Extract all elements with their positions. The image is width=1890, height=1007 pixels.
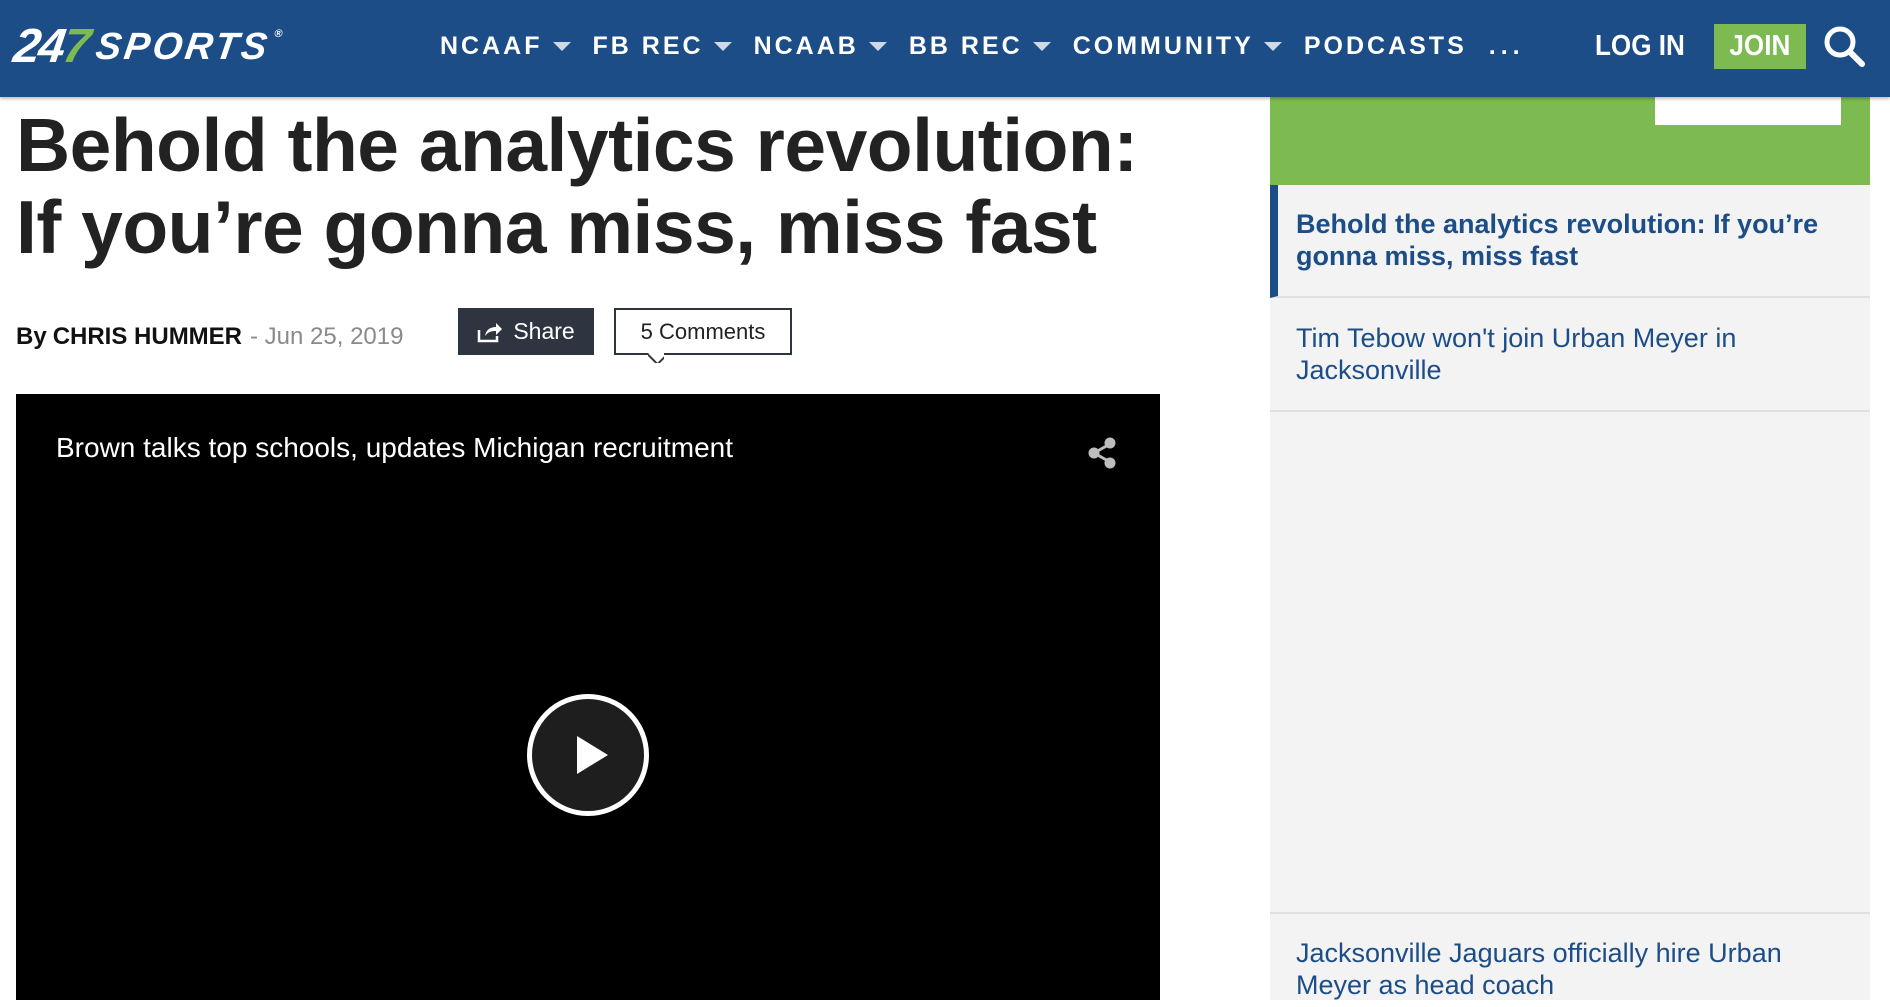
- related-articles-sidebar: Behold the analytics revolution: If you’…: [1270, 97, 1870, 1000]
- nav-item-label: BB REC: [908, 31, 1023, 60]
- chevron-down-icon: [1032, 41, 1051, 51]
- comments-button[interactable]: 5 Comments: [614, 308, 792, 355]
- sidebar-item[interactable]: Jacksonville Jaguars officially hire Urb…: [1270, 912, 1870, 1007]
- chevron-down-icon: [552, 41, 571, 51]
- nav-item-label: FB REC: [592, 31, 704, 60]
- join-button[interactable]: JOIN: [1714, 23, 1806, 69]
- nav-item-label: NCAAF: [440, 31, 543, 60]
- headline-line-1: Behold the analytics revolution:: [16, 103, 1138, 187]
- play-button[interactable]: [527, 694, 649, 816]
- sidebar-item-title: Tim Tebow won't join Urban Meyer in Jack…: [1296, 323, 1737, 385]
- byline-prefix: By: [16, 323, 47, 350]
- nav-item-label: PODCASTS: [1303, 31, 1467, 60]
- logo-trademark: ®: [273, 28, 284, 40]
- nav-item-community[interactable]: COMMUNITY: [1073, 32, 1282, 61]
- nav-more-button[interactable]: ...: [1489, 32, 1525, 61]
- nav-item-label: COMMUNITY: [1072, 31, 1254, 60]
- share-button[interactable]: Share: [458, 308, 594, 355]
- sidebar-item-active[interactable]: Behold the analytics revolution: If you’…: [1270, 185, 1870, 298]
- nav-menu: NCAAF FB REC NCAAB BB REC COMMUNITY PODC…: [440, 0, 1525, 92]
- video-title: Brown talks top schools, updates Michiga…: [56, 432, 733, 463]
- video-player[interactable]: Brown talks top schools, updates Michiga…: [16, 394, 1160, 1000]
- nav-item-fb-rec[interactable]: FB REC: [593, 32, 732, 61]
- nav-item-label: NCAAB: [753, 31, 859, 60]
- sidebar-promo-banner: [1270, 97, 1870, 185]
- headline-line-2: If you’re gonna miss, miss fast: [16, 185, 1097, 269]
- 247sports-logo[interactable]: 247 SPORTS ®: [10, 20, 284, 73]
- sidebar-item-title: Jacksonville Jaguars officially hire Urb…: [1296, 938, 1782, 1000]
- play-icon: [576, 736, 608, 774]
- share-label: Share: [513, 318, 575, 344]
- chevron-down-icon: [713, 41, 732, 51]
- sidebar-item-title: Behold the analytics revolution: If you’…: [1296, 209, 1819, 271]
- join-label: JOIN: [1729, 29, 1791, 62]
- share-icon[interactable]: [1086, 436, 1118, 470]
- logo-number: 247: [10, 20, 92, 73]
- chevron-down-icon: [1263, 41, 1282, 51]
- nav-account-area: LOG IN JOIN: [1590, 0, 1890, 92]
- article-headline: Behold the analytics revolution: If you’…: [16, 104, 1146, 268]
- comments-label: 5 Comments: [640, 318, 766, 344]
- login-link[interactable]: LOG IN: [1595, 30, 1685, 63]
- logo-word: SPORTS: [93, 26, 273, 68]
- nav-item-ncaab[interactable]: NCAAB: [754, 32, 887, 61]
- author-name[interactable]: CHRIS HUMMER: [53, 323, 242, 351]
- sidebar-item[interactable]: Tim Tebow won't join Urban Meyer in Jack…: [1270, 298, 1870, 412]
- share-arrow-icon: [478, 322, 503, 342]
- byline: By CHRIS HUMMER - Jun 25, 2019: [16, 312, 403, 362]
- nav-item-podcasts[interactable]: PODCASTS: [1304, 32, 1467, 61]
- promo-input-box[interactable]: [1655, 97, 1841, 125]
- chevron-down-icon: [868, 41, 887, 51]
- top-navigation-bar: 247 SPORTS ® NCAAF FB REC NCAAB BB REC C…: [0, 0, 1890, 97]
- search-icon[interactable]: [1822, 24, 1866, 68]
- nav-item-bb-rec[interactable]: BB REC: [909, 32, 1051, 61]
- nav-item-ncaaf[interactable]: NCAAF: [440, 32, 571, 61]
- publish-date: - Jun 25, 2019: [250, 323, 404, 350]
- comments-bubble-tail: [648, 353, 664, 363]
